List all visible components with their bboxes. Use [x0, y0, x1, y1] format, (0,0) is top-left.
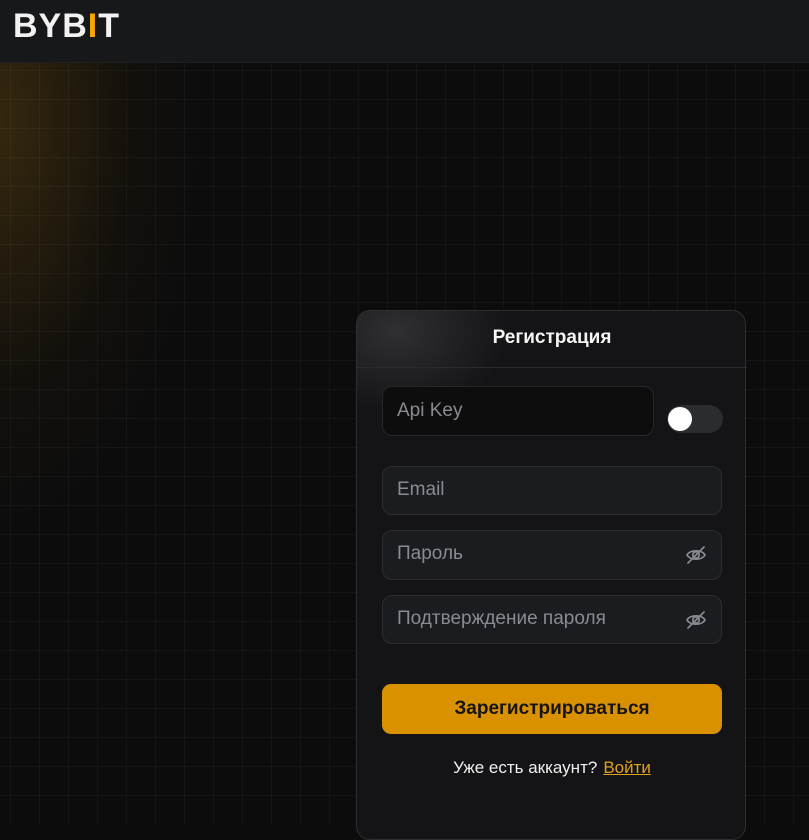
registration-card: Регистрация Api Key Email Пароль Подтвер…: [356, 310, 747, 840]
eye-off-icon[interactable]: [685, 545, 707, 565]
eye-off-icon[interactable]: [685, 610, 707, 630]
password-input[interactable]: Пароль: [382, 530, 722, 580]
card-title: Регистрация: [357, 311, 747, 368]
login-prompt: Уже есть аккаунт? Войти: [357, 756, 747, 780]
logo-text-suffix: T: [98, 7, 121, 45]
logo-text-prefix: BYB: [13, 7, 88, 45]
api-key-toggle[interactable]: [667, 405, 723, 433]
login-link[interactable]: Войти: [603, 758, 651, 777]
top-header: BYBIT: [0, 0, 809, 63]
password-placeholder: Пароль: [397, 543, 463, 564]
confirm-password-placeholder: Подтверждение пароля: [397, 608, 606, 629]
toggle-knob: [668, 407, 692, 431]
register-button[interactable]: Зарегистрироваться: [382, 684, 722, 734]
have-account-text: Уже есть аккаунт?: [453, 758, 598, 777]
email-input[interactable]: Email: [382, 466, 722, 515]
api-key-input[interactable]: Api Key: [382, 386, 654, 436]
bybit-logo[interactable]: BYBIT: [13, 7, 120, 45]
logo-text-accent: I: [87, 7, 99, 45]
confirm-password-input[interactable]: Подтверждение пароля: [382, 595, 722, 644]
